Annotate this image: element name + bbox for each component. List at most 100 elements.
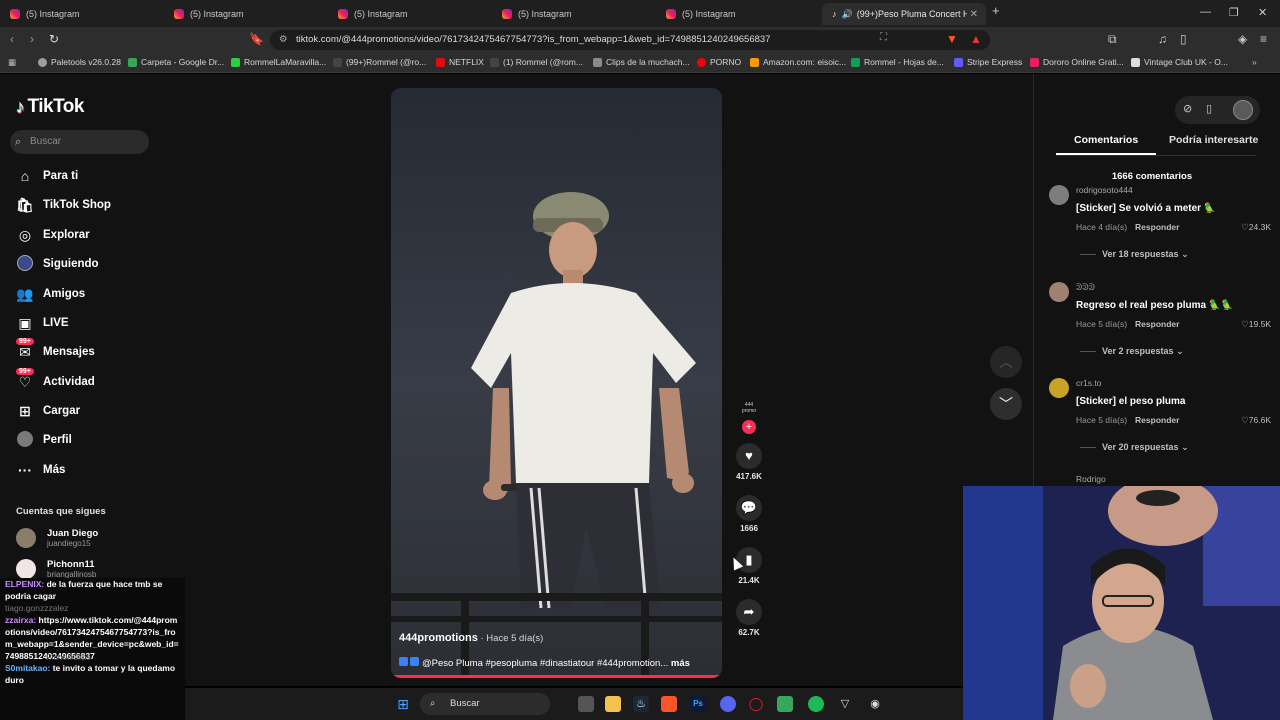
media-icon[interactable]: ♫ <box>1158 32 1167 46</box>
share-button[interactable]: ➦ 62.7K <box>735 599 763 637</box>
steam-icon[interactable]: ♨ <box>633 696 649 712</box>
file-explorer-icon[interactable] <box>605 696 621 712</box>
tiktok-logo[interactable]: ♪ TikTok <box>16 96 84 118</box>
spotify-icon[interactable] <box>808 696 824 712</box>
browser-tab[interactable]: (5) Instagram <box>0 3 164 25</box>
photoshop-icon[interactable]: Ps <box>690 696 706 712</box>
discord-icon[interactable] <box>720 696 736 712</box>
obs-icon[interactable]: ◉ <box>867 696 883 712</box>
maximize-icon[interactable]: ❐ <box>1229 6 1239 19</box>
close-tab-icon[interactable]: ✕ <box>970 9 978 20</box>
following-user[interactable]: Juan Diego juandiego15 <box>16 528 98 548</box>
tab-comentarios[interactable]: Comentarios <box>1074 134 1138 146</box>
extensions-icon[interactable]: ⧉ <box>1108 32 1117 47</box>
nav-explorar[interactable]: ◎ Explorar <box>16 225 90 245</box>
device-icon[interactable]: ▯ <box>1206 102 1212 115</box>
view-replies-button[interactable]: Ver 20 respuestas ⌄ <box>1102 442 1189 453</box>
compass-icon[interactable]: ⊘ <box>1183 102 1192 115</box>
bookmark-item[interactable]: Stripe Express <box>954 57 1022 67</box>
search-input[interactable]: ⌕ Buscar <box>10 130 149 154</box>
nav-siguiendo[interactable]: Siguiendo <box>16 254 99 274</box>
video-progress-bar[interactable] <box>391 675 722 678</box>
task-view-icon[interactable] <box>578 696 594 712</box>
more-link[interactable]: más <box>671 658 690 669</box>
nav-cargar[interactable]: ⊞ Cargar <box>16 401 80 421</box>
view-replies-button[interactable]: Ver 18 respuestas ⌄ <box>1102 249 1189 260</box>
bookmark-item[interactable]: (99+)Rommel (@ro... <box>333 57 426 67</box>
comment-user[interactable]: cr1s.to <box>1076 378 1102 388</box>
opera-icon[interactable]: ◯ <box>748 696 764 712</box>
previous-video-button[interactable]: ︿ <box>990 346 1022 378</box>
video-player[interactable]: 444promotions · Hace 5 día(s) @Peso Plum… <box>391 88 722 678</box>
nav-live[interactable]: ▣ LIVE <box>16 313 68 333</box>
nav-mas[interactable]: ··· Más <box>16 460 65 480</box>
bookmark-item[interactable]: Dororo Online Grati... <box>1030 57 1124 67</box>
translate-icon[interactable]: ⛶ <box>880 32 887 43</box>
bookmark-item[interactable]: PORNO <box>697 57 741 67</box>
brave-rewards-icon[interactable]: ▲ <box>970 32 982 46</box>
following-user[interactable]: Pichonn11 briangallinosb <box>16 559 96 579</box>
view-replies-button[interactable]: Ver 2 respuestas ⌄ <box>1102 346 1184 357</box>
windows-start-icon[interactable]: ⊞ <box>395 696 411 712</box>
comment-user[interactable]: ᕲᕲᕲ <box>1076 282 1095 293</box>
bookmark-item[interactable]: Carpeta - Google Dr... <box>128 57 224 67</box>
tab-podria-interesarte[interactable]: Podría interesarte <box>1169 134 1258 146</box>
minimize-icon[interactable]: — <box>1200 6 1211 18</box>
reload-icon[interactable]: ↻ <box>49 32 59 46</box>
comment-user[interactable]: rodrigosoto444 <box>1076 185 1133 195</box>
browser-tab[interactable]: (5) Instagram <box>164 3 328 25</box>
nav-mensajes[interactable]: ✉ 99+ Mensajes <box>16 337 95 362</box>
comment-like-button[interactable]: ♡19.5K <box>1241 319 1271 330</box>
follow-plus-icon[interactable]: + <box>742 420 756 434</box>
new-tab-button[interactable]: + <box>992 3 1000 18</box>
forward-icon[interactable]: › <box>30 32 34 46</box>
browser-tab[interactable]: (5) Instagram <box>656 3 820 25</box>
avatar[interactable] <box>1049 282 1069 302</box>
avatar[interactable] <box>1233 100 1253 120</box>
nav-perfil[interactable]: Perfil <box>16 430 72 450</box>
comment-button[interactable]: 💬 1666 <box>735 495 763 533</box>
valorant-icon[interactable]: ▽ <box>837 696 853 712</box>
nav-actividad[interactable]: ♡ 99+ Actividad <box>16 367 95 392</box>
bookmark-item[interactable]: Rommel - Hojas de... <box>851 57 944 67</box>
next-video-button[interactable]: ﹀ <box>990 388 1022 420</box>
back-icon[interactable]: ‹ <box>10 32 14 46</box>
bookmark-item[interactable]: Clips de la muchach... <box>593 57 690 67</box>
bookmark-item[interactable]: NETFLIX <box>436 57 484 67</box>
bookmark-item[interactable]: (1) Rommel (@rom... <box>490 57 583 67</box>
sidebar-icon[interactable]: ▯ <box>1180 32 1187 46</box>
browser-tab-active[interactable]: ♪ 🔊 (99+)Peso Pluma Concert Hig ✕ <box>822 3 986 25</box>
comment-like-button[interactable]: ♡24.3K <box>1241 222 1271 233</box>
app-icon[interactable] <box>777 696 793 712</box>
reply-button[interactable]: Responder <box>1135 415 1179 425</box>
apps-icon[interactable]: ▦ <box>8 57 16 68</box>
bookmark-item[interactable]: Paletools v26.0.28 <box>38 57 121 67</box>
more-bookmarks-icon[interactable]: » <box>1252 57 1257 67</box>
brave-shield-icon[interactable]: ▼ <box>946 32 958 46</box>
avatar[interactable] <box>1049 378 1069 398</box>
vpn-icon[interactable]: ◈ <box>1238 32 1247 46</box>
bookmark-item[interactable]: Vintage Club UK - O... <box>1131 57 1228 67</box>
author-avatar[interactable]: 444 promo + <box>735 402 763 434</box>
browser-tab[interactable]: (5) Instagram <box>492 3 656 25</box>
taskbar-search[interactable]: ⌕ Buscar <box>420 693 550 715</box>
close-window-icon[interactable]: ✕ <box>1258 6 1267 19</box>
nav-para-ti[interactable]: ⌂ Para ti <box>16 166 78 186</box>
like-button[interactable]: ♥ 417.6K <box>735 443 763 481</box>
avatar[interactable] <box>1049 185 1069 205</box>
menu-icon[interactable]: ≡ <box>1260 32 1267 46</box>
site-info-icon[interactable]: ⚙ <box>279 30 288 50</box>
comment-like-button[interactable]: ♡76.6K <box>1241 415 1271 426</box>
bookmark-item[interactable]: Amazon.com: eisoic... <box>750 57 846 67</box>
brave-icon[interactable] <box>661 696 677 712</box>
chat-user: S0mitakao: <box>5 663 51 673</box>
reply-button[interactable]: Responder <box>1135 222 1179 232</box>
bookmark-icon[interactable]: 🔖 <box>249 32 264 46</box>
video-author[interactable]: 444promotions · Hace 5 día(s) <box>399 632 543 644</box>
comment-user[interactable]: Rodrigo <box>1076 474 1106 484</box>
reply-button[interactable]: Responder <box>1135 319 1179 329</box>
nav-tiktok-shop[interactable]: 🛍 TikTok Shop <box>16 195 111 215</box>
nav-amigos[interactable]: 👥 Amigos <box>16 284 85 304</box>
bookmark-item[interactable]: RommelLaMaravilla... <box>231 57 326 67</box>
browser-tab[interactable]: (5) Instagram <box>328 3 492 25</box>
